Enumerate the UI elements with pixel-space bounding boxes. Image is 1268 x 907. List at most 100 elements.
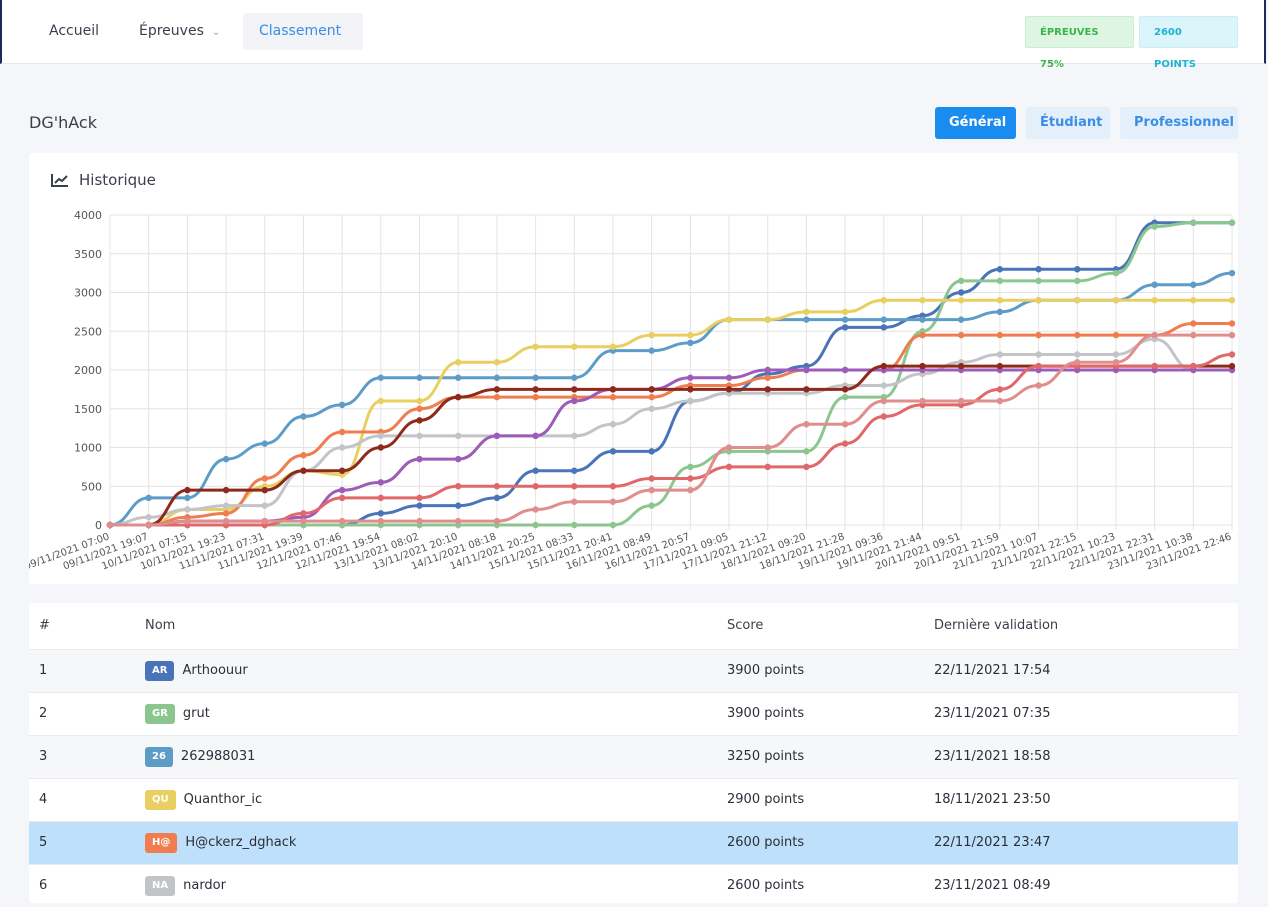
filter-professionnel-button[interactable]: Professionnel [1120,107,1238,139]
data-point [841,440,849,447]
data-point [571,498,578,505]
data-point [687,374,694,381]
data-point [803,448,810,455]
data-point [957,289,965,296]
date-cell: 23/11/2021 18:58 [934,749,1051,764]
y-tick-label: 3500 [74,248,102,261]
data-point [184,486,191,494]
data-point [532,432,539,440]
data-point [222,517,230,525]
nav-epreuves-dropdown[interactable]: Épreuves ⌄ [123,13,236,50]
data-point [571,374,578,381]
data-point [609,393,617,401]
data-point [571,483,578,490]
table-row[interactable]: 2 GR grut 3900 points 23/11/2021 07:35 [29,692,1238,735]
data-point [338,467,346,474]
data-point [1035,351,1042,358]
data-point [455,455,462,463]
player-name: Arthoouur [182,663,248,678]
table-row[interactable]: 6 NA nardor 2600 points 23/11/2021 08:49 [29,864,1238,907]
data-point [841,366,849,374]
data-point [1228,269,1236,277]
data-point [416,374,423,381]
data-point [880,316,887,323]
data-point [764,366,771,374]
data-point [957,277,965,285]
name-cell[interactable]: AR Arthoouur [145,650,248,692]
rank-cell: 1 [39,663,48,678]
data-point [1035,362,1042,370]
data-point [1151,362,1158,370]
avatar: NA [145,876,176,896]
avatar: QU [145,790,176,810]
header-name: Nom [145,618,176,633]
data-point [841,324,849,331]
data-point [377,432,385,440]
data-point [532,483,539,490]
data-point [1074,359,1081,366]
data-point [106,521,114,529]
data-point [571,343,578,350]
data-point [1190,331,1197,339]
date-cell: 23/11/2021 07:35 [934,706,1051,721]
data-point [1035,382,1042,389]
epreuves-progress-badge: ÉPREUVES 75% [1025,16,1134,70]
data-point [648,475,655,482]
player-name: 262988031 [180,749,256,764]
data-point [338,428,346,436]
date-cell: 18/11/2021 23:50 [934,792,1051,807]
data-point [648,331,655,339]
data-point [996,386,1004,393]
data-point [1151,223,1158,230]
data-point [532,374,539,381]
data-point [261,440,268,447]
name-cell[interactable]: H@ H@ckerz_dghack [145,822,296,864]
table-row[interactable]: 5 H@ H@ckerz_dghack 2600 points 22/11/2021 2… [29,821,1238,864]
filter-general-button[interactable]: Général [935,107,1016,139]
ranking-table: # Nom Score Dernière validation 1 AR Artho… [29,603,1238,903]
data-point [725,316,733,323]
data-point [338,401,346,409]
player-name: Quanthor_ic [183,792,263,807]
player-name: nardor [183,878,226,893]
data-point [919,297,926,304]
data-point [880,382,887,389]
data-point [764,374,771,381]
data-point [377,510,385,517]
name-cell[interactable]: NA nardor [145,865,226,907]
data-point [1190,362,1197,370]
table-row[interactable]: 1 AR Arthoouur 3900 points 22/11/2021 17:54 [29,649,1238,692]
data-point [957,316,965,323]
avatar: H@ [145,833,178,853]
data-point [880,297,887,304]
data-point [841,421,849,428]
data-point [493,386,501,393]
data-point [261,486,268,494]
rank-cell: 5 [39,835,48,850]
data-point [996,266,1004,273]
data-point [609,483,617,490]
y-tick-label: 500 [81,480,102,493]
table-row[interactable]: 4 QU Quanthor_ic 2900 points 18/11/2021 23:5… [29,778,1238,821]
chevron-down-icon: ⌄ [211,27,221,38]
data-point [1112,351,1120,358]
filter-etudiant-button[interactable]: Étudiant [1026,107,1110,139]
page-title: DG'hAck [29,113,97,132]
data-point [803,366,810,374]
table-row[interactable]: 3 26 262988031 3250 points 23/11/2021 18:58 [29,735,1238,778]
nav-accueil[interactable]: Accueil [33,13,115,50]
score-cell: 3250 points [727,749,805,764]
avatar: AR [145,661,175,681]
date-cell: 22/11/2021 17:54 [934,663,1051,678]
data-point [725,374,733,381]
name-cell[interactable]: QU Quanthor_ic [145,779,262,821]
header-last-validation: Dernière validation [934,618,1059,633]
data-point [880,413,887,420]
name-cell[interactable]: 26 262988031 [145,736,255,778]
nav-classement[interactable]: Classement [243,13,363,50]
nav-classement-label: Classement [259,23,342,39]
name-cell[interactable]: GR grut [145,693,210,735]
data-point [803,386,810,393]
data-point [957,362,965,370]
data-point [184,506,191,513]
